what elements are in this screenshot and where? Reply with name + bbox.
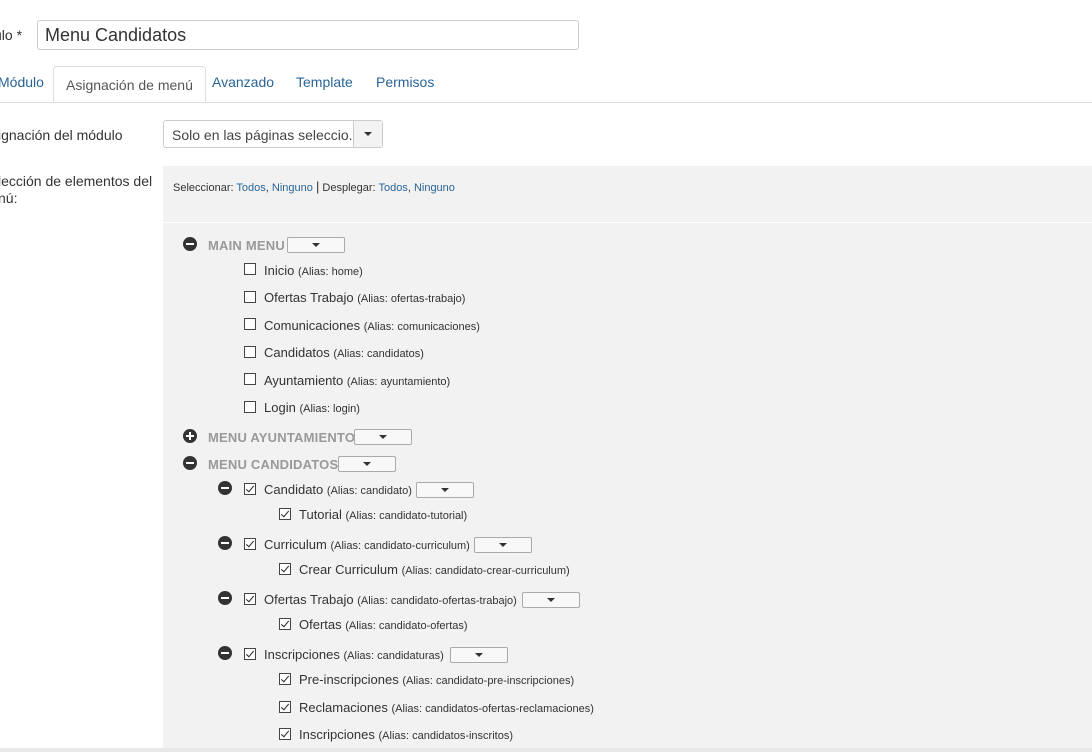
expand-icon[interactable] (183, 429, 197, 443)
menu-ayuntamiento-title: MENU AYUNTAMIENTO (208, 430, 356, 445)
list-item: Reclamaciones (Alias: candidatos-ofertas… (299, 700, 594, 715)
menu-main-dropdown[interactable] (287, 237, 345, 253)
list-item: Curriculum (Alias: candidato-curriculum) (264, 537, 470, 552)
list-item: Inscripciones (Alias: candidatos-inscrit… (299, 727, 513, 742)
tab-modulo[interactable]: Módulo (0, 74, 44, 90)
list-item: Crear Curriculum (Alias: candidato-crear… (299, 562, 570, 577)
comma: , (407, 182, 411, 194)
checkbox-ofertas-trabajo[interactable] (244, 291, 256, 303)
collapse-icon[interactable] (218, 591, 232, 605)
collapse-icon[interactable] (218, 646, 232, 660)
list-item: Inicio (Alias: home) (264, 263, 363, 278)
item-dropdown[interactable] (450, 647, 508, 663)
menu-ayuntamiento-dropdown[interactable] (354, 429, 412, 445)
checkbox-login[interactable] (244, 401, 256, 413)
checkbox-inicio[interactable] (244, 263, 256, 275)
list-item: Candidatos (Alias: candidatos) (264, 345, 424, 360)
separator: | (315, 179, 320, 194)
tab-permisos[interactable]: Permisos (376, 74, 434, 90)
checkbox-candidato[interactable] (244, 483, 256, 495)
checkbox-ofertas[interactable] (279, 618, 291, 630)
list-item: Ofertas Trabajo (Alias: candidato-oferta… (264, 592, 517, 607)
checkbox-inscripciones[interactable] (244, 648, 256, 660)
item-dropdown[interactable] (416, 482, 474, 498)
assignment-select[interactable]: Solo en las páginas seleccio... (163, 120, 383, 148)
checkbox-ayuntamiento[interactable] (244, 373, 256, 385)
checkbox-pre-inscripciones[interactable] (279, 673, 291, 685)
expand-all-link[interactable]: Todos (378, 182, 407, 194)
selection-label: lección de elementos del nú: (0, 173, 153, 206)
checkbox-tutorial[interactable] (279, 508, 291, 520)
list-item: Comunicaciones (Alias: comunicaciones) (264, 318, 480, 333)
bottom-border (0, 748, 1092, 752)
chevron-down-icon[interactable] (353, 121, 382, 147)
collapse-icon[interactable] (183, 456, 197, 470)
collapse-icon[interactable] (218, 536, 232, 550)
menu-candidatos-title: MENU CANDIDATOS (208, 457, 339, 472)
tab-avanzado[interactable]: Avanzado (212, 74, 274, 90)
checkbox-reclamaciones[interactable] (279, 701, 291, 713)
menu-candidatos-dropdown[interactable] (338, 456, 396, 472)
comma: , (265, 182, 269, 194)
list-item: Inscripciones (Alias: candidaturas) (264, 647, 444, 662)
collapse-icon[interactable] (183, 237, 197, 251)
list-item: Ayuntamiento (Alias: ayuntamiento) (264, 373, 451, 388)
assignment-label: ignación del módulo (0, 127, 123, 143)
list-item: Tutorial (Alias: candidato-tutorial) (299, 507, 468, 522)
collapse-icon[interactable] (218, 481, 232, 495)
list-item: Pre-inscripciones (Alias: candidato-pre-… (299, 672, 575, 687)
tab-bar: Módulo Asignación de menú Avanzado Templ… (0, 66, 1092, 103)
checkbox-inscripciones-child[interactable] (279, 728, 291, 740)
checkbox-crear-curriculum[interactable] (279, 563, 291, 575)
menu-items-panel: Seleccionar: Todos, Ninguno | Desplegar:… (163, 166, 1092, 752)
checkbox-ofertas-trabajo-c[interactable] (244, 593, 256, 605)
title-label: ulo * (0, 27, 23, 43)
list-item: Login (Alias: login) (264, 400, 360, 415)
expand-label: Desplegar: (322, 182, 376, 194)
expand-none-link[interactable]: Ninguno (414, 182, 455, 194)
tab-template[interactable]: Template (296, 74, 353, 90)
checkbox-candidatos[interactable] (244, 346, 256, 358)
menu-main-title: MAIN MENU (208, 238, 285, 253)
list-item: Candidato (Alias: candidato) (264, 482, 412, 497)
select-none-link[interactable]: Ninguno (272, 182, 313, 194)
title-input[interactable]: Menu Candidatos (37, 20, 579, 50)
checkbox-curriculum[interactable] (244, 538, 256, 550)
list-item: Ofertas (Alias: candidato-ofertas) (299, 617, 468, 632)
select-label: Seleccionar: (173, 182, 234, 194)
divider (163, 222, 1092, 223)
select-all-link[interactable]: Todos (236, 182, 265, 194)
tab-asignacion-menu[interactable]: Asignación de menú (53, 66, 206, 102)
item-dropdown[interactable] (522, 592, 580, 608)
selection-toolbar: Seleccionar: Todos, Ninguno | Desplegar:… (173, 179, 455, 194)
assignment-value: Solo en las páginas seleccio... (172, 127, 361, 143)
list-item: Ofertas Trabajo (Alias: ofertas-trabajo) (264, 290, 466, 305)
checkbox-comunicaciones[interactable] (244, 318, 256, 330)
item-dropdown[interactable] (474, 537, 532, 553)
